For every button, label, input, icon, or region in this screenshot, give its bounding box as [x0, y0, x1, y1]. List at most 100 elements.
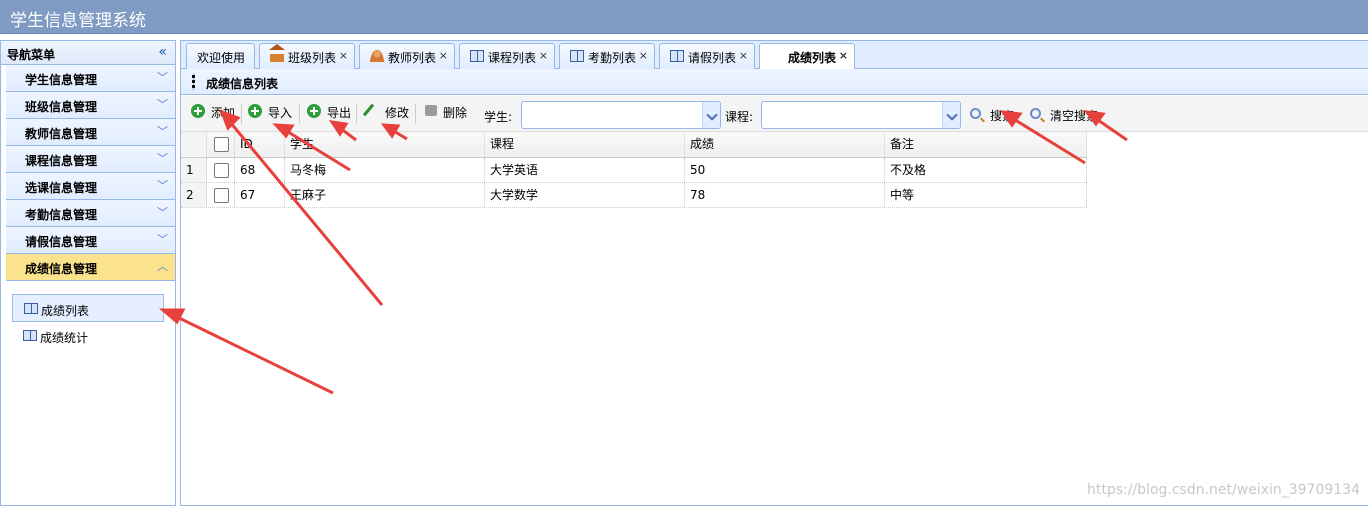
add-button[interactable]: 添加	[187, 102, 239, 124]
chevron-down-icon: ﹀	[157, 152, 168, 165]
import-button[interactable]: 导入	[244, 102, 296, 124]
menu-item-teacher[interactable]: 教师信息管理 ﹀	[6, 119, 175, 146]
row-number-header	[181, 132, 207, 157]
divider	[415, 104, 416, 124]
import-label: 导入	[268, 106, 293, 120]
delete-button[interactable]: 删除	[419, 102, 471, 124]
cell-score: 50	[685, 158, 885, 182]
close-icon[interactable]: ×	[839, 49, 848, 62]
search-button[interactable]: 搜索	[966, 105, 1022, 127]
tab-leave-list[interactable]: 请假列表 ×	[659, 43, 755, 69]
chevron-down-icon: ﹀	[157, 233, 168, 246]
row-checkbox[interactable]	[214, 163, 229, 178]
cell-course: 大学英语	[485, 158, 685, 182]
menu-item-leave[interactable]: 请假信息管理 ﹀	[6, 227, 175, 254]
table-row[interactable]: 1 68 马冬梅 大学英语 50 不及格	[181, 158, 1087, 183]
row-select-cell	[207, 183, 235, 207]
book-icon	[23, 330, 37, 341]
submenu-item-score-list[interactable]: 成绩列表	[12, 294, 164, 322]
row-number: 2	[181, 183, 207, 207]
row-checkbox[interactable]	[214, 188, 229, 203]
chevron-down-icon: ﹀	[157, 125, 168, 138]
menu-item-attendance[interactable]: 考勤信息管理 ﹀	[6, 200, 175, 227]
edit-button[interactable]: 修改	[361, 102, 413, 124]
tab-attendance-list[interactable]: 考勤列表 ×	[559, 43, 655, 69]
student-label: 学生:	[484, 110, 513, 124]
collapse-icon[interactable]: «	[158, 44, 167, 60]
toolbar: 添加 导入 导出 修改 删除 学生: 课程: 搜索 清空搜索	[181, 96, 1368, 132]
chevron-down-icon: ﹀	[157, 98, 168, 111]
chevron-down-icon: ﹀	[157, 206, 168, 219]
tab-class-list[interactable]: 班级列表 ×	[259, 43, 355, 69]
clear-search-label: 清空搜索	[1050, 109, 1099, 123]
select-all-checkbox[interactable]	[214, 137, 229, 152]
sidebar-header: 导航菜单 «	[1, 41, 175, 65]
menu-label: 班级信息管理	[25, 100, 98, 114]
menu-item-class[interactable]: 班级信息管理 ﹀	[6, 92, 175, 119]
watermark: https://blog.csdn.net/weixin_39709134	[1086, 482, 1360, 498]
menu-item-student[interactable]: 学生信息管理 ﹀	[6, 65, 175, 92]
row-number: 1	[181, 158, 207, 182]
divider	[241, 104, 242, 124]
menu-item-score[interactable]: 成绩信息管理 ︿	[6, 254, 175, 281]
pencil-icon	[362, 103, 375, 117]
close-icon[interactable]: ×	[339, 49, 348, 62]
tab-label: 请假列表	[688, 51, 737, 65]
plus-icon	[307, 104, 321, 118]
book-icon	[570, 50, 584, 62]
sidebar-title: 导航菜单	[7, 48, 56, 62]
tab-label: 班级列表	[288, 51, 337, 65]
book-icon	[470, 50, 484, 62]
submenu-item-score-stats[interactable]: 成绩统计	[12, 322, 164, 350]
tab-welcome[interactable]: 欢迎使用	[186, 43, 255, 69]
select-all-cell	[207, 132, 235, 157]
cell-note: 中等	[885, 183, 1087, 207]
cell-id: 68	[235, 158, 285, 182]
cell-student: 马冬梅	[285, 158, 485, 182]
export-button[interactable]: 导出	[303, 102, 355, 124]
cell-note: 不及格	[885, 158, 1087, 182]
tab-label: 欢迎使用	[197, 51, 246, 65]
panel-header: 成绩信息列表	[181, 69, 1368, 95]
plus-icon	[191, 104, 205, 118]
sidebar: 导航菜单 « 学生信息管理 ﹀ 班级信息管理 ﹀ 教师信息管理 ﹀ 课程信息管理 ﹀ 选…	[0, 40, 176, 506]
trash-icon	[425, 105, 437, 116]
close-icon[interactable]: ×	[439, 49, 448, 62]
course-select[interactable]	[761, 101, 961, 129]
table-row[interactable]: 2 67 王麻子 大学数学 78 中等	[181, 183, 1087, 208]
cell-id: 67	[235, 183, 285, 207]
submenu-label: 成绩统计	[40, 331, 89, 345]
tab-teacher-list[interactable]: 教师列表 ×	[359, 43, 455, 69]
close-icon[interactable]: ×	[739, 49, 748, 62]
clear-search-button[interactable]: 清空搜索	[1026, 105, 1106, 127]
column-header-course[interactable]: 课程	[485, 132, 685, 157]
tab-course-list[interactable]: 课程列表 ×	[459, 43, 555, 69]
chevron-down-icon[interactable]	[702, 102, 720, 128]
close-icon[interactable]: ×	[639, 49, 648, 62]
menu-label: 请假信息管理	[25, 235, 98, 249]
student-select[interactable]	[521, 101, 721, 129]
tab-bar: 欢迎使用 班级列表 × 教师列表 × 课程列表 × 考勤列表 × 请假列表 × 成绩列表 ×	[181, 41, 1368, 70]
app-title: 学生信息管理系统	[10, 11, 146, 31]
menu-label: 选课信息管理	[25, 181, 98, 195]
close-icon[interactable]: ×	[539, 49, 548, 62]
column-header-id[interactable]: ID	[235, 132, 285, 157]
chevron-up-icon: ︿	[157, 260, 168, 273]
plus-icon	[248, 104, 262, 118]
column-header-score[interactable]: 成绩	[685, 132, 885, 157]
cell-course: 大学数学	[485, 183, 685, 207]
column-header-student[interactable]: 学生	[285, 132, 485, 157]
search-icon	[1030, 108, 1041, 119]
submenu-label: 成绩列表	[41, 304, 90, 318]
column-header-note[interactable]: 备注	[885, 132, 1087, 157]
person-icon	[370, 50, 384, 62]
menu-item-selection[interactable]: 选课信息管理 ﹀	[6, 173, 175, 200]
tab-label: 考勤列表	[588, 51, 637, 65]
tab-score-list[interactable]: 成绩列表 ×	[759, 43, 855, 70]
main-panel: 欢迎使用 班级列表 × 教师列表 × 课程列表 × 考勤列表 × 请假列表 × 成绩列表 ×…	[180, 40, 1368, 506]
search-label: 搜索	[990, 109, 1015, 123]
chevron-down-icon[interactable]	[942, 102, 960, 128]
tab-label: 课程列表	[488, 51, 537, 65]
cell-score: 78	[685, 183, 885, 207]
menu-item-course[interactable]: 课程信息管理 ﹀	[6, 146, 175, 173]
